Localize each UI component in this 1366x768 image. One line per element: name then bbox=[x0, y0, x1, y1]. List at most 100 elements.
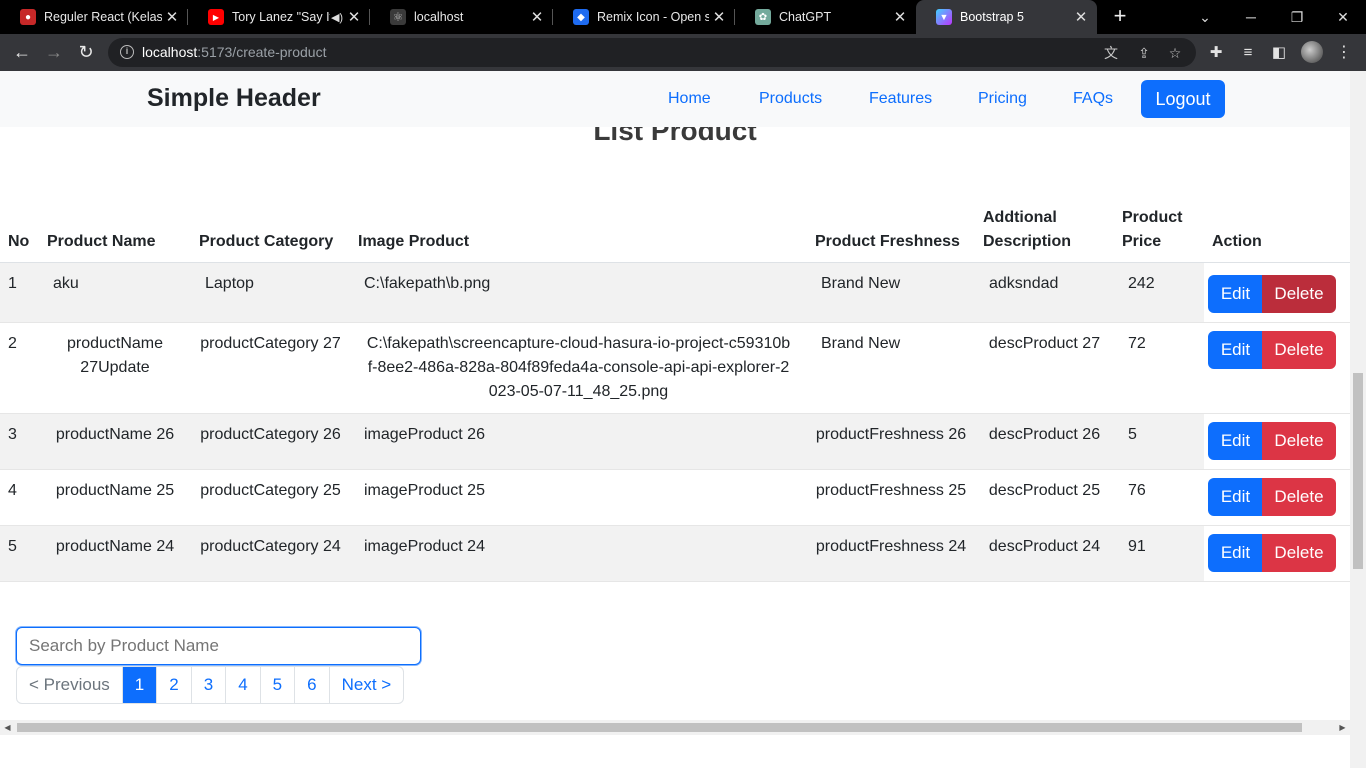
close-icon[interactable]: ✕ bbox=[709, 8, 729, 26]
nav-pricing[interactable]: Pricing bbox=[978, 90, 1027, 108]
chatgpt-icon: ✿ bbox=[755, 9, 771, 25]
delete-button[interactable]: Delete bbox=[1262, 534, 1336, 572]
nav-features[interactable]: Features bbox=[869, 90, 932, 108]
browser-tab[interactable]: ✿ ChatGPT ✕ bbox=[735, 0, 916, 34]
browser-menu-icon[interactable]: ⋮ bbox=[1336, 42, 1352, 62]
new-tab-icon[interactable]: + bbox=[1108, 4, 1132, 28]
delete-button[interactable]: Delete bbox=[1262, 478, 1336, 516]
cell-actions: Edit Delete bbox=[1204, 525, 1350, 582]
horizontal-scrollbar[interactable]: ◀ ▶ bbox=[0, 720, 1350, 735]
cell-description: adksndad bbox=[975, 262, 1114, 323]
cell-image: C:\fakepath\b.png bbox=[350, 262, 807, 323]
cell-price: 5 bbox=[1114, 413, 1204, 470]
site-header: Simple Header Home Products Features Pri… bbox=[0, 71, 1350, 127]
edit-button[interactable]: Edit bbox=[1208, 331, 1263, 369]
brand-title[interactable]: Simple Header bbox=[147, 84, 321, 113]
column-header: Action bbox=[1204, 198, 1350, 263]
back-icon[interactable]: ← bbox=[10, 40, 34, 64]
page-button[interactable]: 5 bbox=[259, 667, 294, 703]
edit-button[interactable]: Edit bbox=[1208, 422, 1263, 460]
page-button[interactable]: 4 bbox=[225, 667, 259, 703]
tab-search-icon[interactable]: ⌄ bbox=[1182, 0, 1228, 34]
vertical-scroll-thumb[interactable] bbox=[1353, 373, 1363, 569]
reload-icon[interactable]: ↻ bbox=[74, 40, 98, 64]
next-page-button[interactable]: Next > bbox=[328, 667, 404, 703]
tab-title: Tory Lanez "Say It" bbox=[232, 10, 330, 24]
column-header: Addtional Description bbox=[975, 198, 1114, 263]
horizontal-scroll-thumb[interactable] bbox=[17, 723, 1302, 732]
table-row: 5 productName 24 productCategory 24 imag… bbox=[0, 525, 1350, 582]
scroll-left-icon[interactable]: ◀ bbox=[0, 720, 15, 735]
cell-category: productCategory 24 bbox=[191, 525, 350, 582]
nav-faqs[interactable]: FAQs bbox=[1073, 90, 1113, 108]
restore-icon[interactable]: ❐ bbox=[1274, 0, 1320, 34]
cell-price: 76 bbox=[1114, 469, 1204, 526]
logout-button[interactable]: Logout bbox=[1141, 80, 1225, 118]
forward-icon[interactable]: → bbox=[42, 40, 66, 64]
search-input[interactable] bbox=[16, 627, 421, 665]
close-icon[interactable]: ✕ bbox=[344, 8, 364, 26]
minimize-icon[interactable]: ─ bbox=[1228, 0, 1274, 34]
cell-category: Laptop bbox=[191, 262, 350, 323]
cell-actions: Edit Delete bbox=[1204, 322, 1350, 414]
close-icon[interactable]: ✕ bbox=[890, 8, 910, 26]
tab-title: ChatGPT bbox=[779, 10, 832, 24]
delete-button[interactable]: Delete bbox=[1262, 275, 1336, 313]
cell-category: productCategory 25 bbox=[191, 469, 350, 526]
translate-icon[interactable]: 文 bbox=[1102, 44, 1120, 62]
delete-button[interactable]: Delete bbox=[1262, 422, 1336, 460]
cell-freshness: productFreshness 24 bbox=[807, 525, 975, 582]
browser-tab-strip: ● Reguler React (Kelas A ✕ ▶ Tory Lanez … bbox=[0, 0, 1366, 34]
browser-tab[interactable]: ● Reguler React (Kelas A ✕ bbox=[0, 0, 188, 34]
vite-icon: ▼ bbox=[936, 9, 952, 25]
browser-toolbar: ← → ↻ i localhost:5173/create-product 文 … bbox=[0, 34, 1366, 71]
tab-title: Bootstrap 5 bbox=[960, 10, 1024, 24]
address-bar[interactable]: i localhost:5173/create-product 文 ⇪ ☆ bbox=[108, 38, 1196, 67]
close-icon[interactable]: ✕ bbox=[527, 8, 547, 26]
edit-button[interactable]: Edit bbox=[1208, 478, 1263, 516]
page-button[interactable]: 3 bbox=[190, 667, 225, 703]
youtube-icon: ▶ bbox=[208, 9, 224, 25]
cell-description: descProduct 26 bbox=[975, 413, 1114, 470]
bookmark-star-icon[interactable]: ☆ bbox=[1166, 44, 1184, 62]
react-icon: ⚛ bbox=[390, 9, 406, 25]
media-queue-icon[interactable]: ≡ bbox=[1237, 43, 1259, 63]
page-button[interactable]: 2 bbox=[156, 667, 190, 703]
nav-products[interactable]: Products bbox=[759, 90, 822, 108]
cell-category: productCategory 26 bbox=[191, 413, 350, 470]
edit-button[interactable]: Edit bbox=[1208, 534, 1263, 572]
extensions-icon[interactable]: ✚ bbox=[1205, 43, 1227, 63]
scroll-right-icon[interactable]: ▶ bbox=[1335, 720, 1350, 735]
browser-tab[interactable]: ◆ Remix Icon - Open so ✕ bbox=[553, 0, 735, 34]
page-button[interactable]: 6 bbox=[294, 667, 328, 703]
browser-tab-active[interactable]: ▼ Bootstrap 5 ✕ bbox=[916, 0, 1097, 34]
cell-name: aku bbox=[39, 262, 191, 323]
site-info-icon[interactable]: i bbox=[120, 45, 134, 59]
tab-title: localhost bbox=[414, 10, 464, 24]
browser-tab[interactable]: ⚛ localhost ✕ bbox=[370, 0, 553, 34]
close-icon[interactable]: ✕ bbox=[1071, 8, 1091, 26]
tab-title: Reguler React (Kelas A bbox=[44, 10, 162, 24]
browser-tab[interactable]: ▶ Tory Lanez "Say It" ◀) ✕ bbox=[188, 0, 370, 34]
table-row: 2 productName 27Update productCategory 2… bbox=[0, 322, 1350, 414]
cell-description: descProduct 25 bbox=[975, 469, 1114, 526]
page-button[interactable]: 1 bbox=[121, 667, 157, 703]
side-panel-icon[interactable]: ◧ bbox=[1268, 43, 1290, 63]
speaker-icon[interactable]: ◀) bbox=[330, 11, 344, 24]
edit-button[interactable]: Edit bbox=[1208, 275, 1263, 313]
tab-title: Remix Icon - Open so bbox=[597, 10, 709, 24]
cell-no: 3 bbox=[0, 413, 39, 470]
column-header: Product Name bbox=[39, 198, 191, 263]
vertical-scrollbar[interactable] bbox=[1350, 71, 1366, 768]
profile-avatar[interactable] bbox=[1301, 41, 1323, 63]
close-icon[interactable]: ✕ bbox=[162, 8, 182, 26]
share-icon[interactable]: ⇪ bbox=[1135, 44, 1153, 62]
cell-actions: Edit Delete bbox=[1204, 469, 1350, 526]
cell-image: C:\fakepath\screencapture-cloud-hasura-i… bbox=[350, 322, 807, 414]
cell-actions: Edit Delete bbox=[1204, 413, 1350, 470]
delete-button[interactable]: Delete bbox=[1262, 331, 1336, 369]
previous-page-button[interactable]: < Previous bbox=[17, 667, 122, 703]
window-close-icon[interactable]: ✕ bbox=[1320, 0, 1366, 34]
cell-no: 4 bbox=[0, 469, 39, 526]
nav-home[interactable]: Home bbox=[668, 90, 711, 108]
